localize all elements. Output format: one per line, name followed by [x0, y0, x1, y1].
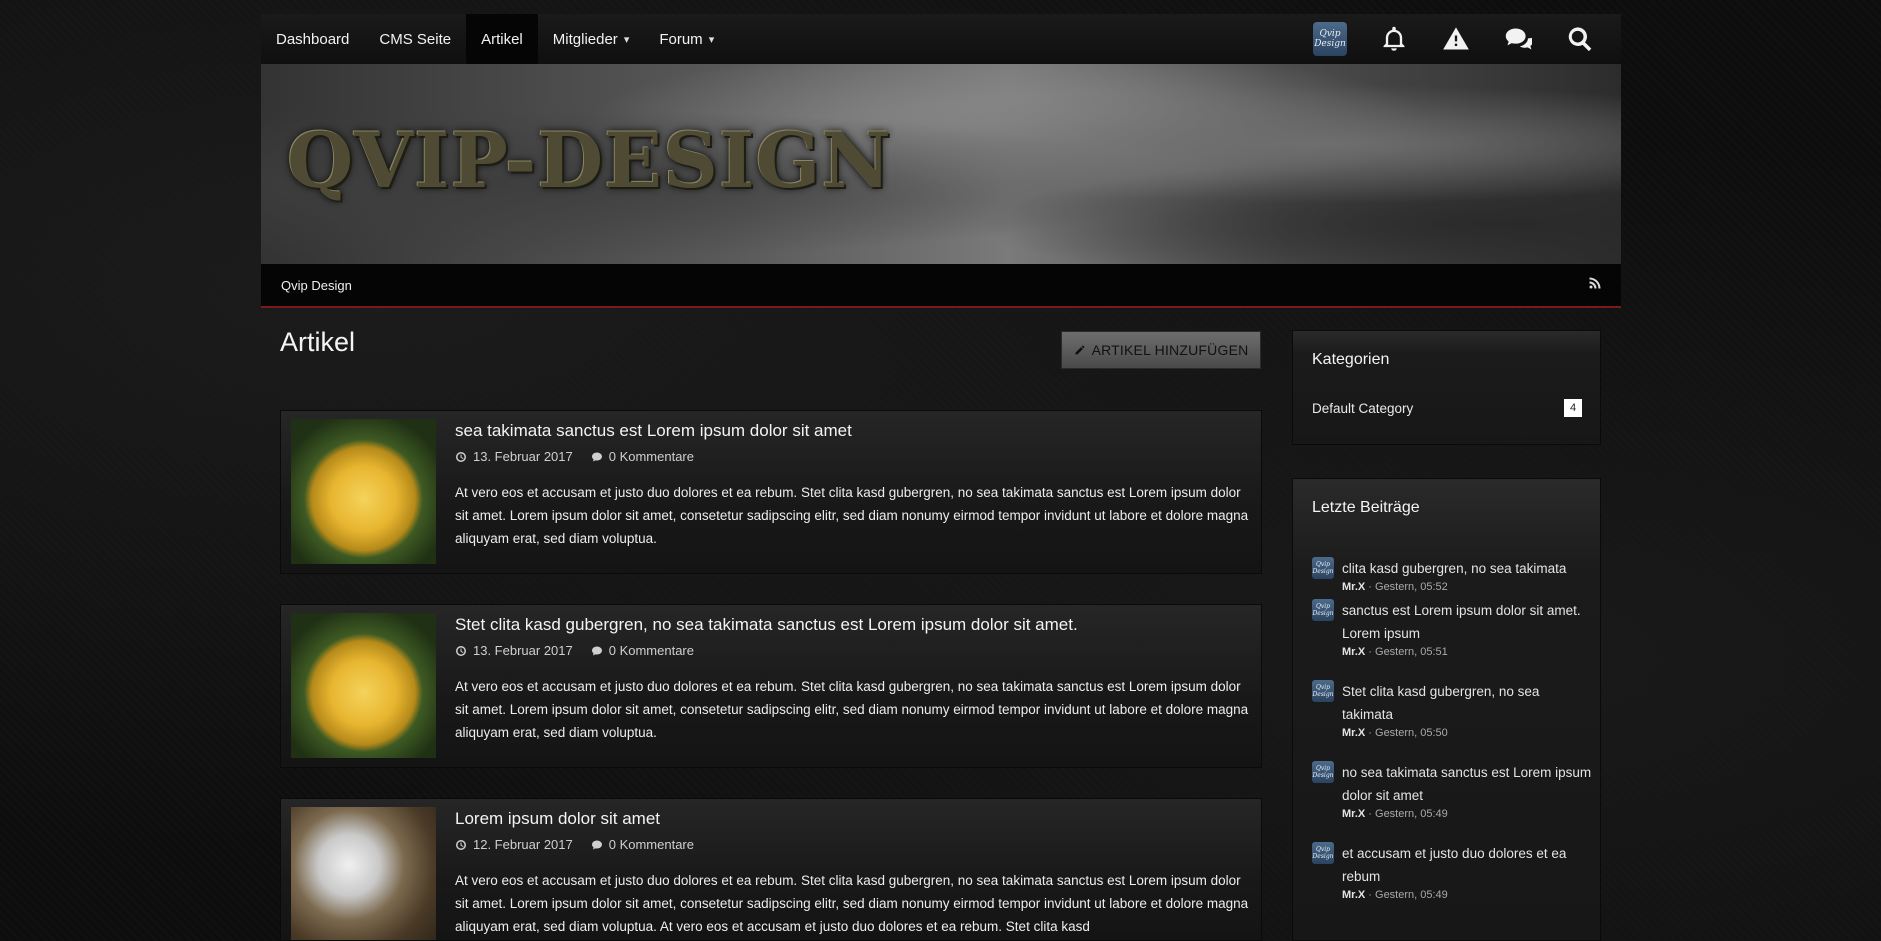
page-title: Artikel: [280, 327, 356, 357]
avatar: Qvip Design: [1312, 599, 1334, 621]
avatar: Qvip Design: [1312, 842, 1334, 864]
post-time: · Gestern, 05:52: [1365, 581, 1448, 593]
article-card: sea takimata sanctus est Lorem ipsum dol…: [280, 410, 1262, 574]
main-nav: Dashboard CMS Seite Artikel Mitglieder ▾…: [261, 14, 729, 64]
nav-item-dashboard[interactable]: Dashboard: [261, 14, 364, 64]
article-thumbnail[interactable]: [291, 419, 436, 564]
comments-icon: [1505, 28, 1532, 50]
recent-posts-title: Letzte Beiträge: [1312, 499, 1420, 516]
article-title[interactable]: Lorem ipsum dolor sit amet: [455, 809, 660, 829]
page-wrapper: Dashboard CMS Seite Artikel Mitglieder ▾…: [261, 14, 1621, 941]
add-article-label: ARTIKEL HINZUFÜGEN: [1091, 342, 1249, 358]
comment-icon: [591, 452, 602, 461]
warning-icon: [1443, 27, 1469, 50]
post-title[interactable]: no sea takimata sanctus est Lorem ipsum …: [1342, 761, 1592, 807]
chevron-down-icon: ▾: [708, 33, 715, 46]
list-item[interactable]: Qvip Design Stet clita kasd gubergren, n…: [1312, 680, 1592, 739]
rss-icon: [1589, 277, 1601, 289]
post-meta: Mr.X · Gestern, 05:50: [1342, 727, 1592, 739]
post-meta: Mr.X · Gestern, 05:49: [1342, 808, 1592, 820]
conversations-button[interactable]: [1487, 14, 1549, 64]
clock-icon: [456, 645, 466, 656]
bell-icon: [1383, 26, 1405, 51]
article-thumbnail[interactable]: [291, 807, 436, 940]
site-logo-title: QVIP-DESIGN: [287, 116, 892, 205]
category-name: Default Category: [1312, 400, 1414, 416]
top-navbar: Dashboard CMS Seite Artikel Mitglieder ▾…: [261, 14, 1621, 64]
nav-item-mitglieder[interactable]: Mitglieder ▾: [538, 14, 645, 64]
nav-item-label: Mitglieder: [552, 30, 618, 48]
clock-icon: [456, 839, 466, 850]
search-button[interactable]: [1549, 14, 1611, 64]
post-author[interactable]: Mr.X: [1342, 646, 1365, 658]
notifications-button[interactable]: [1363, 14, 1425, 64]
list-item[interactable]: Qvip Design clita kasd gubergren, no sea…: [1312, 557, 1592, 593]
post-meta: Mr.X · Gestern, 05:49: [1342, 889, 1592, 901]
article-meta: 12. Februar 2017 0 Kommentare: [455, 837, 694, 852]
post-author[interactable]: Mr.X: [1342, 889, 1365, 901]
article-date: 13. Februar 2017: [473, 449, 573, 464]
article-card: Lorem ipsum dolor sit amet 12. Februar 2…: [280, 798, 1262, 941]
article-title[interactable]: Stet clita kasd gubergren, no sea takima…: [455, 615, 1078, 635]
category-item[interactable]: Default Category 4: [1312, 399, 1582, 417]
user-avatar[interactable]: Qvip Design: [1313, 22, 1347, 56]
categories-box: Kategorien Default Category 4: [1292, 330, 1601, 445]
post-meta: Mr.X · Gestern, 05:51: [1342, 646, 1592, 658]
article-excerpt: At vero eos et accusam et justo duo dolo…: [455, 873, 1249, 934]
article-date: 12. Februar 2017: [473, 837, 573, 852]
avatar: Qvip Design: [1312, 761, 1334, 783]
user-panel: Qvip Design: [1313, 14, 1621, 64]
article-meta: 13. Februar 2017 0 Kommentare: [455, 643, 694, 658]
chevron-down-icon: ▾: [623, 33, 630, 46]
search-icon: [1568, 27, 1592, 52]
nav-item-artikel[interactable]: Artikel: [466, 14, 538, 64]
article-thumbnail[interactable]: [291, 613, 436, 758]
article-comments-link[interactable]: 0 Kommentare: [609, 449, 694, 464]
article-comments-link[interactable]: 0 Kommentare: [609, 643, 694, 658]
moderation-button[interactable]: [1425, 14, 1487, 64]
comment-icon: [591, 646, 602, 655]
nav-item-label: CMS Seite: [379, 30, 452, 48]
post-time: · Gestern, 05:49: [1365, 889, 1448, 901]
post-title[interactable]: Stet clita kasd gubergren, no sea takima…: [1342, 680, 1592, 726]
post-title[interactable]: clita kasd gubergren, no sea takimata: [1342, 557, 1566, 580]
nav-item-label: Artikel: [481, 30, 523, 48]
recent-posts-box: Letzte Beiträge Qvip Design clita kasd g…: [1292, 478, 1601, 941]
list-item[interactable]: Qvip Design sanctus est Lorem ipsum dolo…: [1312, 599, 1592, 658]
comment-icon: [591, 840, 602, 849]
post-time: · Gestern, 05:51: [1365, 646, 1448, 658]
nav-item-cms-seite[interactable]: CMS Seite: [364, 14, 466, 64]
list-item[interactable]: Qvip Design et accusam et justo duo dolo…: [1312, 842, 1592, 901]
nav-item-label: Dashboard: [276, 30, 350, 48]
list-item[interactable]: Qvip Design no sea takimata sanctus est …: [1312, 761, 1592, 820]
nav-item-forum[interactable]: Forum ▾: [644, 14, 729, 64]
article-meta: 13. Februar 2017 0 Kommentare: [455, 449, 694, 464]
post-time: · Gestern, 05:50: [1365, 727, 1448, 739]
article-date: 13. Februar 2017: [473, 643, 573, 658]
clock-icon: [456, 451, 466, 462]
post-time: · Gestern, 05:49: [1365, 808, 1448, 820]
pencil-icon: [1075, 345, 1085, 355]
rss-feed-button[interactable]: [1589, 276, 1601, 294]
avatar: Qvip Design: [1312, 557, 1334, 579]
post-title[interactable]: et accusam et justo duo dolores et ea re…: [1342, 842, 1592, 888]
post-author[interactable]: Mr.X: [1342, 808, 1365, 820]
post-title[interactable]: sanctus est Lorem ipsum dolor sit amet. …: [1342, 599, 1592, 645]
post-author[interactable]: Mr.X: [1342, 581, 1365, 593]
post-meta: Mr.X · Gestern, 05:52: [1342, 581, 1566, 593]
article-excerpt: At vero eos et accusam et justo duo dolo…: [455, 485, 1249, 546]
article-title[interactable]: sea takimata sanctus est Lorem ipsum dol…: [455, 421, 852, 441]
category-count-badge: 4: [1564, 399, 1582, 417]
breadcrumb: Qvip Design: [261, 264, 1621, 308]
post-author[interactable]: Mr.X: [1342, 727, 1365, 739]
article-excerpt: At vero eos et accusam et justo duo dolo…: [455, 679, 1249, 740]
categories-title: Kategorien: [1312, 351, 1390, 368]
breadcrumb-home-link[interactable]: Qvip Design: [281, 278, 352, 293]
nav-item-label: Forum: [659, 30, 703, 48]
article-card: Stet clita kasd gubergren, no sea takima…: [280, 604, 1262, 768]
article-comments-link[interactable]: 0 Kommentare: [609, 837, 694, 852]
add-article-button[interactable]: ARTIKEL HINZUFÜGEN: [1061, 331, 1261, 369]
site-banner[interactable]: QVIP-DESIGN: [261, 64, 1621, 264]
avatar: Qvip Design: [1312, 680, 1334, 702]
